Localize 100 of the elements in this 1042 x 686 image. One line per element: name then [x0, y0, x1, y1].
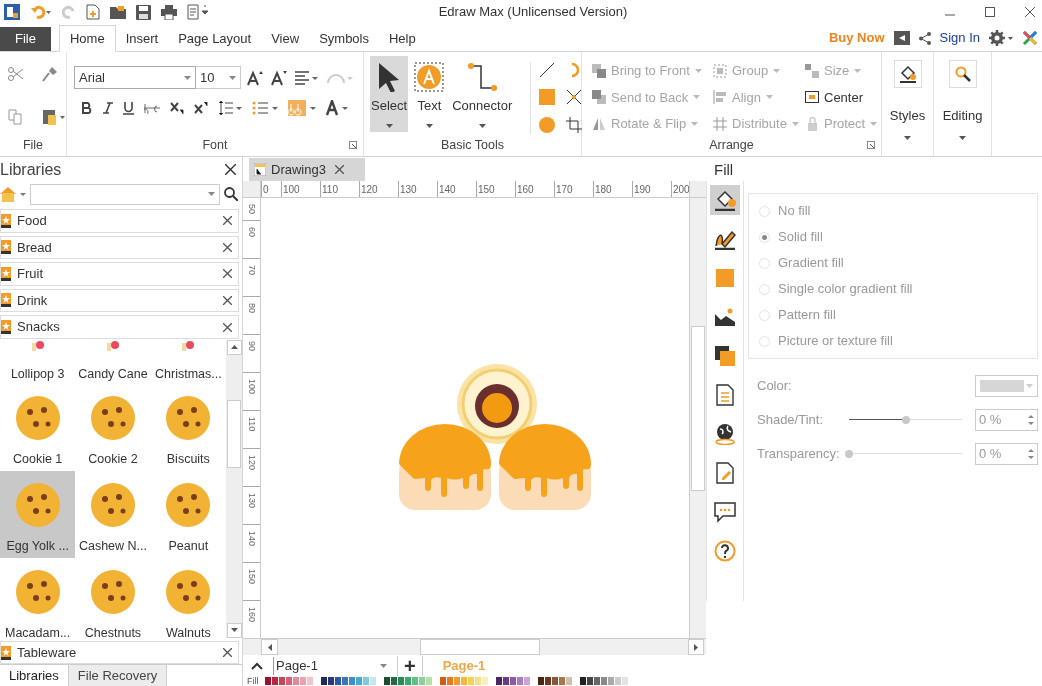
horizontal-ruler: 0 100 110 120 130 140 150 160 170 180 190 200 — [261, 181, 689, 198]
document-tab[interactable]: Drawing3 — [249, 158, 365, 182]
menu-tab[interactable]: Symbols — [309, 27, 379, 51]
close-icon[interactable] — [225, 164, 236, 176]
scroll-down-icon[interactable] — [230, 628, 238, 633]
bold-icon[interactable] — [82, 102, 93, 114]
menu-tab[interactable]: Help — [379, 27, 426, 51]
editing-button[interactable]: Editing — [942, 60, 983, 140]
close-icon[interactable] — [223, 269, 232, 279]
layers-icon — [714, 345, 736, 367]
settings-icon[interactable] — [989, 30, 1013, 46]
close-icon[interactable] — [223, 648, 232, 658]
sign-in-link[interactable]: Sign In — [939, 28, 980, 48]
library-shape[interactable]: Cookie 2 — [75, 383, 151, 471]
share-icon[interactable] — [918, 31, 931, 45]
scroll-thumb[interactable] — [691, 326, 705, 492]
library-category[interactable]: Snacks — [0, 315, 239, 339]
underline-icon[interactable] — [123, 101, 134, 115]
line-spacing-icon[interactable] — [218, 100, 242, 116]
scrollbar[interactable] — [243, 638, 706, 656]
italic-icon[interactable] — [103, 102, 113, 114]
dialog-launcher-icon[interactable] — [349, 141, 357, 149]
format-painter-icon[interactable] — [42, 66, 58, 82]
palette-label: Fill — [246, 676, 260, 686]
library-shape[interactable]: Lollipop 3 — [0, 339, 76, 384]
add-page-button[interactable]: + — [397, 655, 423, 676]
search-field[interactable] — [30, 183, 220, 205]
scroll-thumb[interactable] — [420, 639, 540, 656]
library-category[interactable]: Food — [0, 209, 239, 233]
snack-drawing — [106, 341, 120, 352]
share-screen-icon[interactable] — [893, 31, 910, 45]
library-shape[interactable]: Christmas... — [150, 339, 226, 384]
library-shape[interactable]: Egg Yolk ... — [0, 470, 76, 558]
paste-icon[interactable] — [42, 109, 66, 125]
close-icon[interactable] — [1025, 7, 1035, 17]
color-dropdown[interactable] — [975, 375, 1038, 397]
strikethrough-icon[interactable] — [144, 102, 160, 114]
scroll-left-icon[interactable] — [267, 643, 272, 651]
new-file-icon[interactable] — [86, 4, 100, 20]
cross-connector-icon[interactable] — [565, 89, 582, 106]
panel-tab[interactable]: File Recovery — [68, 665, 168, 686]
cut-icon[interactable] — [8, 66, 24, 82]
shrink-font-icon[interactable] — [271, 69, 287, 86]
library-category[interactable]: Fruit — [0, 262, 239, 286]
library-shape[interactable]: Peanut — [150, 470, 226, 558]
slider-thumb[interactable] — [901, 416, 910, 424]
library-category[interactable]: Drink — [0, 288, 239, 313]
tool-button[interactable]: Text — [410, 56, 449, 132]
maximize-icon[interactable] — [985, 7, 995, 17]
folder-icon[interactable] — [110, 5, 126, 19]
menu-tab[interactable]: Insert — [115, 27, 169, 51]
bullet-list-icon[interactable] — [252, 100, 278, 116]
superscript-icon[interactable] — [194, 102, 208, 114]
dialog-launcher-icon[interactable] — [867, 141, 875, 149]
font-name-dropdown[interactable]: Arial — [74, 66, 196, 89]
scrollbar[interactable] — [226, 339, 242, 638]
library-shape[interactable]: Candy Cane — [75, 339, 151, 384]
side-tool-button[interactable] — [710, 185, 740, 215]
tool-button[interactable]: Select — [370, 56, 409, 132]
arrange-icon — [713, 116, 727, 131]
undo-icon[interactable] — [30, 5, 52, 19]
line-icon[interactable] — [538, 62, 555, 78]
slider-thumb[interactable] — [845, 450, 853, 458]
menu-tab[interactable]: Home — [58, 25, 116, 52]
scroll-thumb[interactable] — [227, 399, 241, 468]
scroll-up-icon[interactable] — [230, 345, 238, 350]
search-icon[interactable] — [224, 187, 238, 202]
print-icon[interactable] — [161, 4, 177, 20]
menu-tab[interactable]: File — [0, 27, 51, 51]
save-icon[interactable] — [136, 4, 151, 20]
close-icon[interactable] — [223, 322, 232, 332]
chevron-up-icon[interactable] — [251, 661, 263, 670]
menu-tab[interactable]: Page Layout — [168, 27, 262, 51]
pen-icon — [714, 228, 736, 250]
library-shape[interactable]: Biscuits — [150, 383, 226, 471]
crop-icon[interactable] — [565, 116, 582, 133]
font-color-icon[interactable] — [326, 100, 348, 116]
font-name-value: Arial — [79, 68, 105, 87]
scrollbar[interactable] — [689, 198, 706, 639]
grow-font-icon[interactable] — [247, 69, 263, 86]
page-dropdown[interactable]: Page-1 — [273, 656, 391, 675]
close-icon[interactable] — [223, 242, 232, 252]
close-icon[interactable] — [223, 216, 232, 226]
menu-tab[interactable]: View — [261, 27, 310, 51]
library-category[interactable]: Bread — [0, 235, 239, 260]
app-logo-icon[interactable] — [4, 4, 20, 20]
align-text-icon[interactable] — [295, 70, 319, 85]
edraw-logo-icon[interactable] — [1022, 30, 1038, 46]
library-shape[interactable]: Cashew N... — [75, 470, 151, 558]
scroll-right-icon[interactable] — [694, 643, 698, 651]
document-icon — [714, 384, 736, 406]
subscript-icon[interactable] — [170, 102, 184, 114]
document-icon[interactable] — [187, 4, 211, 20]
color-palette[interactable] — [265, 677, 629, 686]
close-icon[interactable] — [223, 296, 232, 305]
slider[interactable] — [849, 415, 962, 425]
font-size-dropdown[interactable]: 10 — [196, 66, 241, 89]
library-shape[interactable]: Cookie 1 — [0, 383, 76, 471]
library-category[interactable]: Tableware — [0, 640, 239, 665]
tool-button[interactable]: Connector — [450, 56, 514, 132]
